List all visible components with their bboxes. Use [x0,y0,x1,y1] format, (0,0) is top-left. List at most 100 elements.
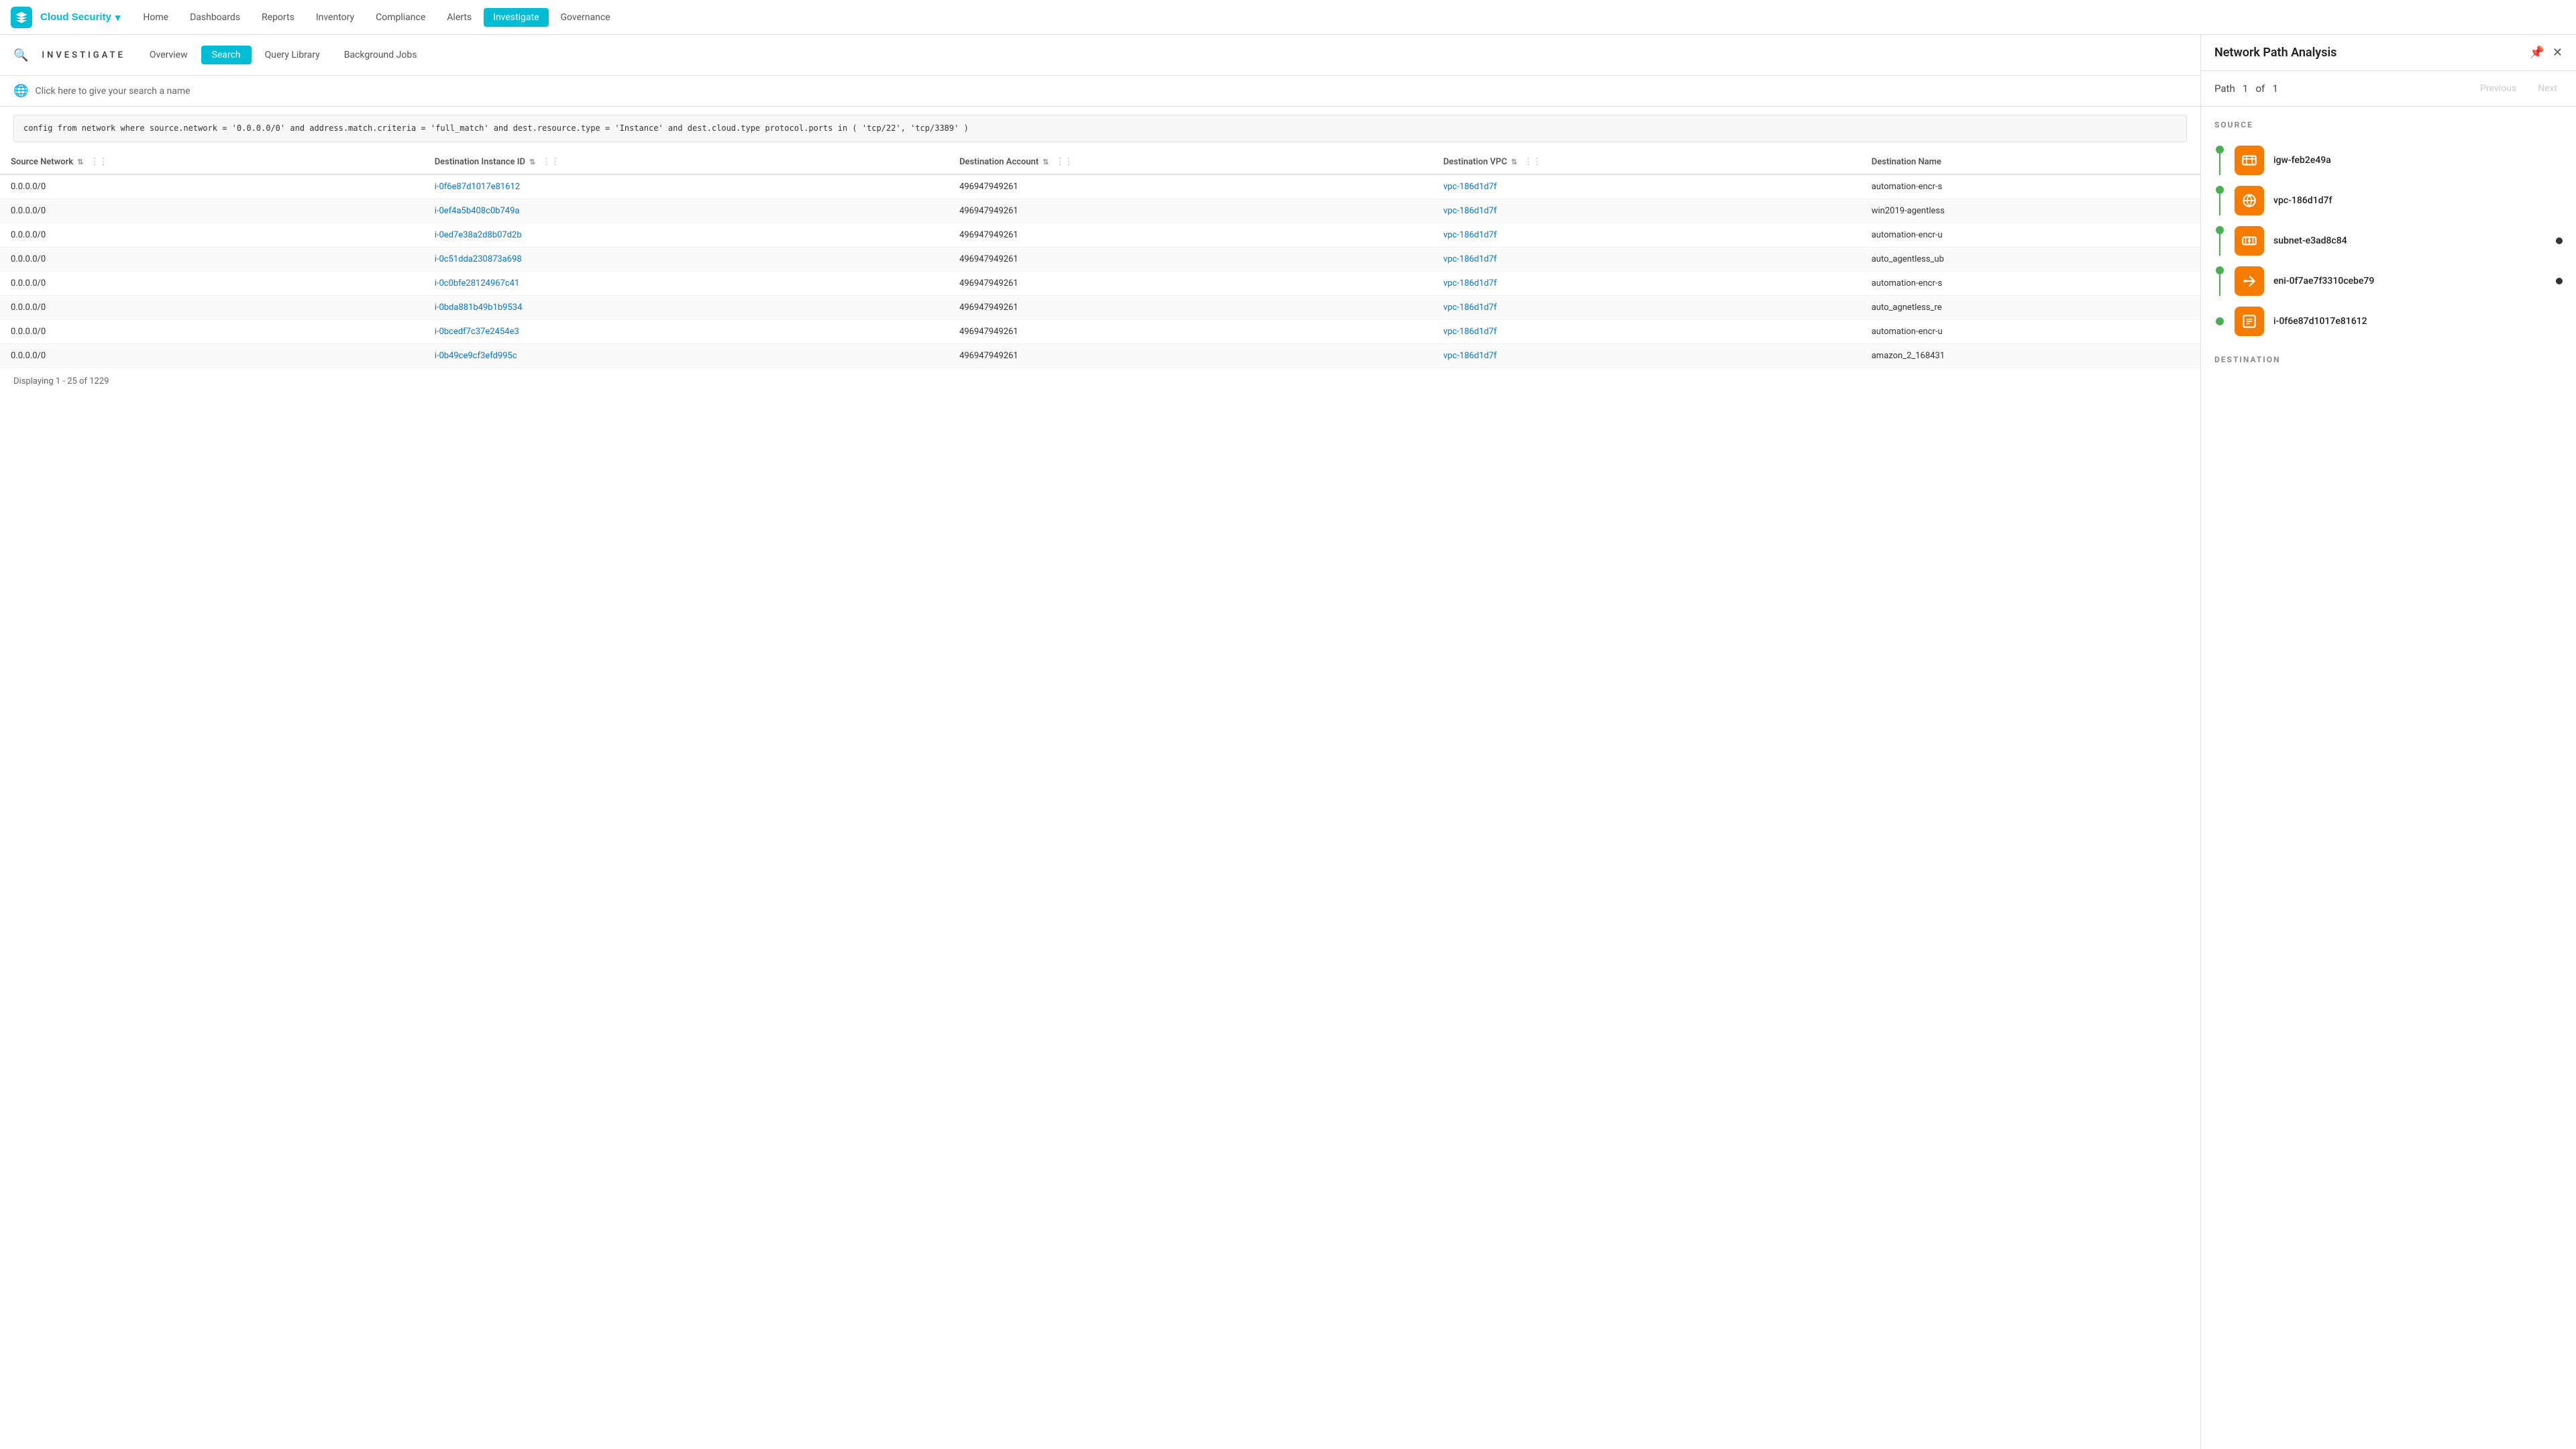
cell-account-0: 496947949261 [949,174,1432,199]
nav-compliance[interactable]: Compliance [366,8,435,27]
cell-dest-id-3[interactable]: i-0c51dda230873a698 [424,248,949,272]
cell-dest-id-1[interactable]: i-0ef4a5b408c0b749a [424,199,949,223]
cell-source-4: 0.0.0.0/0 [0,272,424,296]
node-label-igw: igw-feb2e49a [2273,155,2331,166]
node-icon-igw [2235,146,2264,175]
nav-alerts[interactable]: Alerts [437,8,481,27]
cell-dest-id-5[interactable]: i-0bda881b49b1b9534 [424,296,949,320]
cell-dest-id-6[interactable]: i-0bcedf7c37e2454e3 [424,320,949,344]
cell-name-0: automation-encr-s [1861,174,2200,199]
next-button[interactable]: Next [2532,80,2563,97]
top-nav: Cloud Security ▾ Home Dashboards Reports… [0,0,2576,35]
cell-vpc-0[interactable]: vpc-186d1d7f [1432,174,1860,199]
close-icon[interactable]: ✕ [2553,46,2563,60]
cell-vpc-5[interactable]: vpc-186d1d7f [1432,296,1860,320]
tab-background-jobs[interactable]: Background Jobs [333,46,428,64]
nav-dashboards[interactable]: Dashboards [180,8,250,27]
col-dest-account: Destination Account ⇅ ⋮⋮ [949,150,1432,174]
path-node-vpc[interactable]: vpc-186d1d7f [2214,180,2563,221]
sort-dest-id[interactable]: ⇅ [529,158,535,166]
path-label: Path [2214,83,2235,95]
cell-source-7: 0.0.0.0/0 [0,344,424,368]
cell-account-4: 496947949261 [949,272,1432,296]
table-row: 0.0.0.0/0 i-0bda881b49b1b9534 4969479492… [0,296,2200,320]
path-node-instance[interactable]: i-0f6e87d1017e81612 [2214,301,2563,341]
investigate-search-icon[interactable]: 🔍 [13,48,28,62]
cloud-security-button[interactable]: Cloud Security ▾ [40,11,120,23]
nav-governance[interactable]: Governance [551,8,620,27]
drag-dest-id[interactable]: ⋮⋮ [542,157,559,167]
sort-dest-vpc[interactable]: ⇅ [1511,158,1517,166]
node-icon-vpc [2235,186,2264,215]
query-box[interactable]: config from network where source.network… [13,115,2187,142]
nav-inventory[interactable]: Inventory [307,8,364,27]
table-row: 0.0.0.0/0 i-0ed7e38a2d8b07d2b 4969479492… [0,223,2200,248]
path-node-eni[interactable]: eni-0f7ae7f3310cebe79 [2214,261,2563,301]
node-connector-instance [2214,317,2225,325]
node-dot-eni [2216,266,2224,274]
cloud-security-label: Cloud Security [40,11,111,23]
path-diagram: SOURCE igw-feb2e49avpc-186d1d7fsubnet-e3… [2201,107,2576,388]
cell-source-1: 0.0.0.0/0 [0,199,424,223]
main-wrapper: 🔍 INVESTIGATE Overview Search Query Libr… [0,35,2576,1449]
node-icon-instance [2235,307,2264,336]
table-row: 0.0.0.0/0 i-0f6e87d1017e81612 4969479492… [0,174,2200,199]
cell-dest-id-4[interactable]: i-0c0bfe28124967c41 [424,272,949,296]
cell-name-3: auto_agentless_ub [1861,248,2200,272]
tab-query-library[interactable]: Query Library [254,46,331,64]
nav-links: Home Dashboards Reports Inventory Compli… [133,8,619,27]
drag-dest-account[interactable]: ⋮⋮ [1056,157,1073,167]
cell-vpc-1[interactable]: vpc-186d1d7f [1432,199,1860,223]
cell-vpc-7[interactable]: vpc-186d1d7f [1432,344,1860,368]
nav-reports[interactable]: Reports [252,8,304,27]
path-nodes: igw-feb2e49a vpc-186d1d7fsubnet-e3ad8c84e… [2214,140,2563,341]
cell-name-1: win2019-agentless [1861,199,2200,223]
cell-name-5: auto_agnetless_re [1861,296,2200,320]
cell-vpc-3[interactable]: vpc-186d1d7f [1432,248,1860,272]
query-text: config from network where source.network… [23,123,969,133]
cell-name-4: automation-encr-s [1861,272,2200,296]
path-node-subnet[interactable]: subnet-e3ad8c84 [2214,221,2563,261]
right-panel-title: Network Path Analysis [2214,46,2337,60]
drag-dest-vpc[interactable]: ⋮⋮ [1524,157,1542,167]
right-panel-header: Network Path Analysis 📌 ✕ [2201,35,2576,71]
search-name-placeholder: Click here to give your search a name [35,86,190,97]
cell-vpc-2[interactable]: vpc-186d1d7f [1432,223,1860,248]
investigate-title: INVESTIGATE [42,50,125,60]
tab-search[interactable]: Search [201,46,252,64]
path-of: of [2256,83,2265,95]
chevron-down-icon: ▾ [115,11,121,23]
left-panel: 🔍 INVESTIGATE Overview Search Query Libr… [0,35,2200,1449]
path-node-igw[interactable]: igw-feb2e49a [2214,140,2563,180]
sort-dest-account[interactable]: ⇅ [1042,158,1049,166]
col-dest-vpc: Destination VPC ⇅ ⋮⋮ [1432,150,1860,174]
previous-button[interactable]: Previous [2475,80,2522,97]
cell-name-7: amazon_2_168431 [1861,344,2200,368]
node-line-igw [2219,154,2220,175]
cell-vpc-4[interactable]: vpc-186d1d7f [1432,272,1860,296]
cell-vpc-6[interactable]: vpc-186d1d7f [1432,320,1860,344]
cell-dest-id-2[interactable]: i-0ed7e38a2d8b07d2b [424,223,949,248]
logo-icon[interactable] [11,7,32,28]
cell-name-2: automation-encr-u [1861,223,2200,248]
search-name-bar[interactable]: 🌐 Click here to give your search a name [0,76,2200,107]
node-extra-dot-eni [2556,278,2563,284]
node-extra-dot-subnet [2556,237,2563,244]
tab-overview[interactable]: Overview [139,46,199,64]
pin-icon[interactable]: 📌 [2529,46,2544,60]
sort-source-network[interactable]: ⇅ [77,158,83,166]
header-actions: 📌 ✕ [2529,46,2563,60]
nav-investigate[interactable]: Investigate [484,8,548,27]
node-line-eni [2219,274,2220,296]
drag-source-network[interactable]: ⋮⋮ [90,157,107,167]
nav-home[interactable]: Home [133,8,178,27]
path-info: Path 1 of 1 [2214,83,2278,95]
cell-account-5: 496947949261 [949,296,1432,320]
node-label-instance: i-0f6e87d1017e81612 [2273,316,2367,327]
col-dest-name: Destination Name [1861,150,2200,174]
cell-dest-id-0[interactable]: i-0f6e87d1017e81612 [424,174,949,199]
table-row: 0.0.0.0/0 i-0b49ce9cf3efd995c 4969479492… [0,344,2200,368]
cell-account-3: 496947949261 [949,248,1432,272]
cell-source-6: 0.0.0.0/0 [0,320,424,344]
cell-dest-id-7[interactable]: i-0b49ce9cf3efd995c [424,344,949,368]
